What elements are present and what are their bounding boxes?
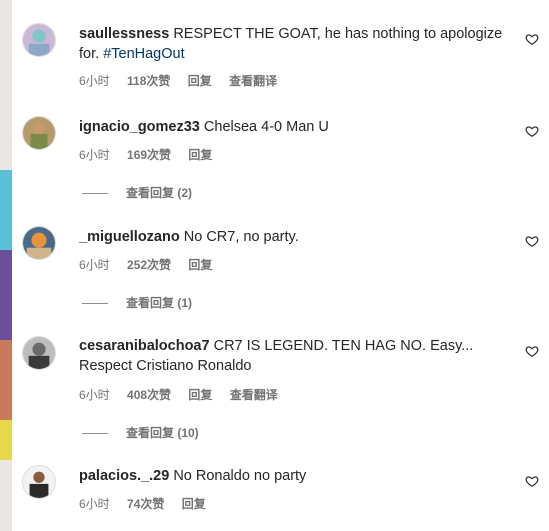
replies-divider <box>82 193 108 195</box>
comment-meta: 6小时 252次赞 回复 <box>79 256 226 273</box>
comment-username[interactable]: palacios._.29 <box>79 468 169 484</box>
replies-divider <box>82 433 108 435</box>
comment-meta: 6小时 74次赞 回复 <box>79 495 220 512</box>
replies-divider <box>82 303 108 305</box>
heart-outline-icon[interactable] <box>525 234 539 248</box>
comment-meta: 6小时 169次赞 回复 <box>79 146 226 163</box>
comment-likes[interactable]: 74次赞 <box>127 497 164 511</box>
comment-text: ignacio_gomez33 Chelsea 4-0 Man U <box>79 117 509 137</box>
heart-outline-icon[interactable] <box>525 124 539 138</box>
comment-time[interactable]: 6小时 <box>79 148 110 162</box>
heart-outline-icon[interactable] <box>525 32 539 46</box>
avatar[interactable] <box>22 465 56 499</box>
comment-text: cesaranibalochoa7 CR7 IS LEGEND. TEN HAG… <box>79 336 509 376</box>
view-replies-label: 查看回复 (1) <box>126 296 193 310</box>
comment-username[interactable]: cesaranibalochoa7 <box>79 338 210 354</box>
comment-likes[interactable]: 252次赞 <box>127 258 171 272</box>
comment-likes[interactable]: 118次赞 <box>127 74 170 88</box>
view-replies-label: 查看回复 (2) <box>126 186 193 200</box>
reply-button[interactable]: 回复 <box>188 388 212 402</box>
comment-body: No CR7, no party. <box>183 229 299 245</box>
see-translation-button[interactable]: 查看翻译 <box>229 74 277 88</box>
comment-time[interactable]: 6小时 <box>79 74 110 88</box>
comment-meta: 6小时 408次赞 回复 查看翻译 <box>79 386 292 403</box>
avatar[interactable] <box>22 23 56 57</box>
comment-time[interactable]: 6小时 <box>79 258 110 272</box>
comment-body: No Ronaldo no party <box>173 468 307 484</box>
reply-button[interactable]: 回复 <box>182 497 206 511</box>
see-translation-button[interactable]: 查看翻译 <box>230 388 278 402</box>
comment-text: saullessness RESPECT THE GOAT, he has no… <box>79 24 509 64</box>
comment-username[interactable]: ignacio_gomez33 <box>79 119 200 135</box>
comment-time[interactable]: 6小时 <box>79 497 110 511</box>
avatar[interactable] <box>22 116 56 150</box>
view-replies-button[interactable]: 查看回复 (10) <box>82 424 199 441</box>
comment-time[interactable]: 6小时 <box>79 388 110 402</box>
avatar[interactable] <box>22 226 56 260</box>
comment-text: _miguellozano No CR7, no party. <box>79 227 509 247</box>
reply-button[interactable]: 回复 <box>188 74 212 88</box>
heart-outline-icon[interactable] <box>525 474 539 488</box>
hashtag-link[interactable]: #TenHagOut <box>103 46 184 62</box>
reply-button[interactable]: 回复 <box>188 148 212 162</box>
reply-button[interactable]: 回复 <box>188 258 212 272</box>
comment-meta: 6小时 118次赞 回复 查看翻译 <box>79 72 291 89</box>
comment-text: palacios._.29 No Ronaldo no party <box>79 466 509 486</box>
view-replies-label: 查看回复 (10) <box>126 426 199 440</box>
avatar[interactable] <box>22 336 56 370</box>
comment-likes[interactable]: 169次赞 <box>127 148 171 162</box>
comment-body: Chelsea 4-0 Man U <box>203 119 329 135</box>
comment-username[interactable]: _miguellozano <box>79 229 180 245</box>
view-replies-button[interactable]: 查看回复 (1) <box>82 294 192 311</box>
comment-username[interactable]: saullessness <box>79 26 169 42</box>
heart-outline-icon[interactable] <box>525 344 539 358</box>
view-replies-button[interactable]: 查看回复 (2) <box>82 184 192 201</box>
comment-likes[interactable]: 408次赞 <box>127 388 171 402</box>
left-edge-strip <box>0 0 12 531</box>
